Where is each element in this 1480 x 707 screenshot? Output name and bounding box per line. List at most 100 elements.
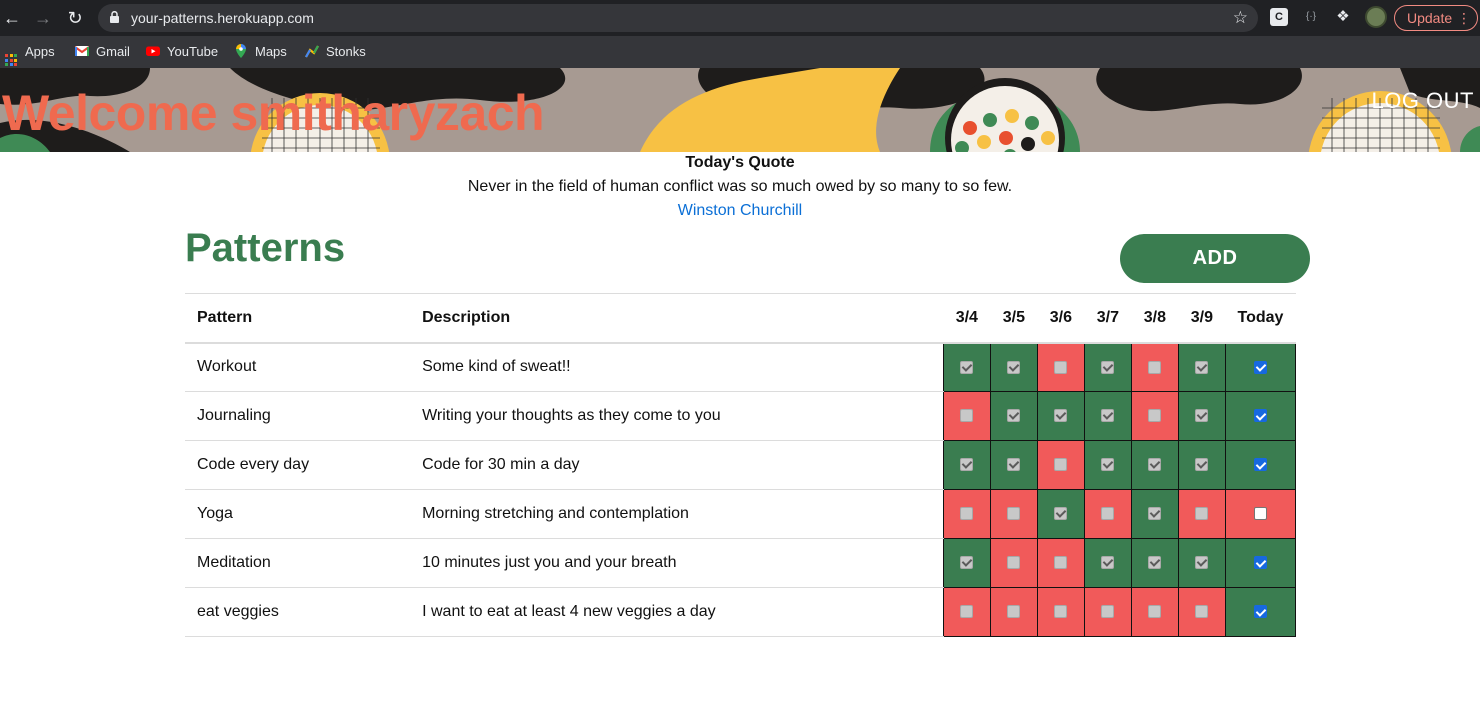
day-status-cell [1130, 587, 1179, 637]
past-day-checkbox [1195, 507, 1209, 521]
update-button[interactable]: Update ⋮ [1394, 5, 1478, 31]
day-status-cell [1130, 391, 1179, 441]
pattern-description: 10 minutes just you and your breath [410, 538, 944, 588]
extensions-puzzle-icon[interactable]: ❖ [1334, 8, 1352, 26]
past-day-checkbox [960, 458, 974, 472]
past-day-checkbox [960, 507, 974, 521]
url-text: your-patterns.herokuapp.com [131, 10, 314, 26]
day-status-cell [942, 587, 991, 637]
table-header-row: Pattern Description 3/4 3/5 3/6 3/7 3/8 … [185, 293, 1296, 344]
past-day-checkbox [1101, 458, 1115, 472]
column-header-day: 3/8 [1131, 293, 1179, 344]
day-status-cell [1036, 587, 1085, 637]
today-status-cell [1224, 587, 1297, 637]
past-day-checkbox [1148, 556, 1162, 570]
table-row: Journaling Writing your thoughts as they … [185, 391, 1297, 441]
day-status-cell [989, 538, 1038, 588]
back-arrow-icon[interactable]: ← [0, 6, 24, 30]
day-status-cell [989, 391, 1038, 441]
bookmark-star-icon[interactable]: ☆ [1233, 8, 1248, 28]
today-status-cell [1224, 342, 1297, 392]
past-day-checkbox [960, 360, 974, 374]
past-day-checkbox [1007, 556, 1021, 570]
logout-link[interactable]: LOG OUT [1371, 88, 1474, 114]
column-header-day: 3/6 [1037, 293, 1085, 344]
menu-dots-icon: ⋮ [1457, 10, 1471, 26]
pattern-name: eat veggies [185, 587, 411, 637]
past-day-checkbox [1054, 409, 1068, 423]
forward-arrow-icon[interactable]: → [31, 6, 55, 30]
day-status-cell [1036, 342, 1085, 392]
column-header-day: 3/5 [990, 293, 1038, 344]
past-day-checkbox [1007, 458, 1021, 472]
today-status-cell [1224, 391, 1297, 441]
past-day-checkbox [960, 605, 974, 619]
bookmark-gmail[interactable]: Gmail [75, 42, 130, 62]
day-status-cell [1036, 538, 1085, 588]
profile-avatar[interactable] [1365, 6, 1387, 28]
extension-c-icon[interactable]: C [1270, 8, 1288, 26]
today-checkbox[interactable] [1253, 556, 1267, 570]
column-header-day: 3/7 [1084, 293, 1132, 344]
day-status-cell [1036, 489, 1085, 539]
day-status-cell [942, 489, 991, 539]
past-day-checkbox [960, 409, 974, 423]
past-day-checkbox [1148, 360, 1162, 374]
bookmark-label: Gmail [96, 44, 130, 59]
pattern-description: Morning stretching and contemplation [410, 489, 944, 539]
day-status-cell [989, 342, 1038, 392]
past-day-checkbox [1054, 507, 1068, 521]
column-header-today: Today [1225, 293, 1296, 344]
extension-brace-icon[interactable]: {·} [1302, 8, 1320, 26]
bookmark-label: Apps [25, 44, 55, 59]
today-checkbox[interactable] [1253, 409, 1267, 423]
past-day-checkbox [1101, 556, 1115, 570]
table-row: Workout Some kind of sweat!! [185, 342, 1297, 392]
past-day-checkbox [1195, 409, 1209, 423]
address-bar[interactable]: your-patterns.herokuapp.com ☆ [98, 4, 1258, 32]
youtube-icon [146, 46, 160, 56]
quote-author-link[interactable]: Winston Churchill [0, 202, 1480, 220]
past-day-checkbox [1148, 605, 1162, 619]
apps-grid-icon [5, 54, 17, 66]
today-checkbox[interactable] [1253, 458, 1267, 472]
pattern-name: Workout [185, 342, 411, 392]
past-day-checkbox [1195, 360, 1209, 374]
gmail-icon [75, 46, 89, 56]
welcome-heading: Welcome smitharyzach [2, 85, 545, 141]
past-day-checkbox [1054, 605, 1068, 619]
add-pattern-button[interactable]: ADD [1120, 234, 1310, 283]
day-status-cell [1083, 391, 1132, 441]
day-status-cell [989, 489, 1038, 539]
bookmark-label: Maps [255, 44, 287, 59]
quote-title: Today's Quote [685, 154, 795, 171]
past-day-checkbox [1195, 605, 1209, 619]
column-header-day: 3/4 [943, 293, 991, 344]
past-day-checkbox [1101, 605, 1115, 619]
day-status-cell [1083, 440, 1132, 490]
bookmark-stonks[interactable]: Stonks [305, 42, 366, 62]
day-status-cell [1177, 391, 1226, 441]
pattern-description: Code for 30 min a day [410, 440, 944, 490]
bookmark-youtube[interactable]: YouTube [146, 42, 218, 62]
day-status-cell [1177, 440, 1226, 490]
past-day-checkbox [1195, 458, 1209, 472]
day-status-cell [1083, 538, 1132, 588]
bookmark-apps[interactable]: Apps [5, 42, 55, 66]
past-day-checkbox [1101, 360, 1115, 374]
today-checkbox[interactable] [1253, 360, 1267, 374]
day-status-cell [1177, 489, 1226, 539]
past-day-checkbox [1101, 507, 1115, 521]
day-status-cell [942, 391, 991, 441]
bookmark-label: Stonks [326, 44, 366, 59]
today-checkbox[interactable] [1253, 507, 1267, 521]
table-row: eat veggies I want to eat at least 4 new … [185, 587, 1297, 637]
bookmark-maps[interactable]: Maps [234, 42, 287, 62]
past-day-checkbox [1148, 458, 1162, 472]
day-status-cell [1130, 342, 1179, 392]
column-header-day: 3/9 [1178, 293, 1226, 344]
today-checkbox[interactable] [1253, 605, 1267, 619]
day-status-cell [942, 342, 991, 392]
day-status-cell [942, 538, 991, 588]
reload-icon[interactable]: ↻ [63, 6, 87, 30]
